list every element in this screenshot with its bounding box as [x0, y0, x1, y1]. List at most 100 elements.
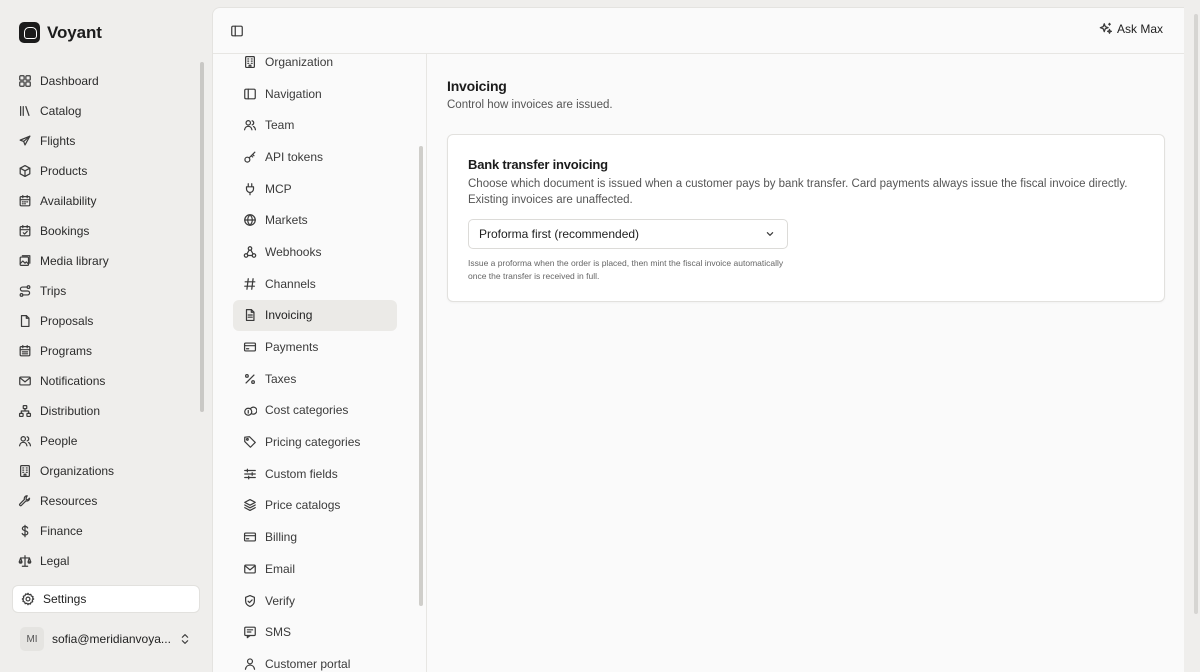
settings-nav-item-api-tokens[interactable]: API tokens	[233, 141, 397, 173]
shield-check-icon	[243, 594, 257, 608]
settings-nav-item-webhooks[interactable]: Webhooks	[233, 236, 397, 268]
page-scrollbar[interactable]	[1194, 14, 1198, 614]
sidebar-item-dashboard[interactable]: Dashboard	[12, 66, 200, 96]
sidebar-item-trips[interactable]: Trips	[12, 276, 200, 306]
building-icon	[18, 464, 32, 478]
sidebar-item-label: Legal	[40, 554, 70, 568]
wrench-icon	[18, 494, 32, 508]
sidebar-item-bookings[interactable]: Bookings	[12, 216, 200, 246]
sidebar-item-catalog[interactable]: Catalog	[12, 96, 200, 126]
sidebar-item-organizations[interactable]: Organizations	[12, 456, 200, 486]
ask-max-button[interactable]: Ask Max	[1099, 22, 1163, 36]
settings-nav-item-label: SMS	[265, 625, 292, 640]
settings-nav-item-label: Invoicing	[265, 308, 313, 323]
sidebar-item-resources[interactable]: Resources	[12, 486, 200, 516]
sidebar-item-finance[interactable]: Finance	[12, 516, 200, 546]
coins-icon	[243, 403, 257, 417]
settings-nav-item-sms[interactable]: SMS	[233, 616, 397, 648]
sidebar-item-proposals[interactable]: Proposals	[12, 306, 200, 336]
settings-nav-item-label: Cost categories	[265, 403, 349, 418]
settings-nav-item-invoicing[interactable]: Invoicing	[233, 299, 397, 332]
settings-nav-item-price-catalogs[interactable]: Price catalogs	[233, 490, 397, 522]
sidebar-scrollbar[interactable]	[200, 62, 204, 412]
settings-nav-item-navigation[interactable]: Navigation	[233, 78, 397, 110]
image-icon	[18, 254, 32, 268]
file-icon	[18, 314, 32, 328]
package-icon	[18, 164, 32, 178]
settings-nav-item-label: Payments	[265, 340, 319, 355]
settings-nav-item-label: API tokens	[265, 149, 324, 164]
main-panel: Ask Max Organization Navigation Team API to…	[212, 7, 1184, 672]
users-icon	[243, 118, 257, 132]
settings-nav-item-label: Price catalogs	[265, 498, 341, 513]
sidebar-item-people[interactable]: People	[12, 426, 200, 456]
main-nav: Dashboard Catalog Flights Products Availabil…	[12, 66, 200, 576]
sidebar-item-products[interactable]: Products	[12, 156, 200, 186]
bank-transfer-card: Bank transfer invoicing Choose which doc…	[447, 134, 1165, 302]
sparkles-icon	[1099, 22, 1113, 36]
chevron-down-icon	[763, 227, 777, 241]
settings-nav-item-mcp[interactable]: MCP	[233, 173, 397, 205]
user-menu[interactable]: MI sofia@meridianvoya...	[20, 626, 192, 652]
settings-nav-item-channels[interactable]: Channels	[233, 268, 397, 300]
sidebar-item-label: Proposals	[40, 314, 94, 328]
calendar-check-icon	[18, 224, 32, 238]
chevron-up-down-icon[interactable]	[178, 632, 192, 646]
sidebar-item-label: Dashboard	[40, 74, 99, 88]
route-icon	[18, 284, 32, 298]
key-icon	[243, 150, 257, 164]
settings-nav-item-label: Channels	[265, 276, 316, 291]
plane-icon	[18, 134, 32, 148]
credit-card-icon	[243, 340, 257, 354]
sidebar-item-settings[interactable]: Settings	[12, 585, 200, 613]
sidebar-item-media-library[interactable]: Media library	[12, 246, 200, 276]
percent-icon	[243, 372, 257, 386]
sidebar-item-flights[interactable]: Flights	[12, 126, 200, 156]
panel-icon	[243, 87, 257, 101]
settings-nav-scrollbar[interactable]	[419, 146, 423, 606]
invoice-document-select[interactable]: Proforma first (recommended)	[468, 219, 788, 249]
dollar-icon	[18, 524, 32, 538]
sidebar-item-label: Programs	[40, 344, 93, 358]
card-title: Bank transfer invoicing	[468, 157, 608, 172]
settings-nav-item-markets[interactable]: Markets	[233, 204, 397, 236]
brand[interactable]: Voyant	[19, 22, 102, 43]
user-icon	[243, 657, 257, 671]
catalog-icon	[18, 104, 32, 118]
sidebar-item-label: Trips	[40, 284, 67, 298]
settings-nav-item-billing[interactable]: Billing	[233, 521, 397, 553]
sidebar-item-notifications[interactable]: Notifications	[12, 366, 200, 396]
scale-icon	[18, 554, 32, 568]
dashboard-icon	[18, 74, 32, 88]
settings-nav-item-payments[interactable]: Payments	[233, 331, 397, 363]
user-email: sofia@meridianvoya...	[52, 632, 170, 646]
settings-nav-item-organization[interactable]: Organization	[233, 46, 397, 78]
sidebar-item-legal[interactable]: Legal	[12, 546, 200, 576]
sidebar-item-distribution[interactable]: Distribution	[12, 396, 200, 426]
hash-icon	[243, 277, 257, 291]
settings-nav-item-pricing-categories[interactable]: Pricing categories	[233, 426, 397, 458]
settings-nav-item-cost-categories[interactable]: Cost categories	[233, 395, 397, 427]
sidebar-toggle-icon[interactable]	[230, 24, 244, 38]
settings-nav-item-verify[interactable]: Verify	[233, 585, 397, 617]
sidebar-item-label: Resources	[40, 494, 98, 508]
network-icon	[18, 404, 32, 418]
settings-nav-item-label: Taxes	[265, 371, 297, 386]
settings-nav-item-label: Verify	[265, 593, 296, 608]
building-icon	[243, 55, 257, 69]
sidebar-item-programs[interactable]: Programs	[12, 336, 200, 366]
settings-nav-item-label: Custom fields	[265, 466, 338, 481]
sidebar-item-availability[interactable]: Availability	[12, 186, 200, 216]
sidebar-item-label: Bookings	[40, 224, 90, 238]
mail-icon	[18, 374, 32, 388]
ask-max-label: Ask Max	[1116, 22, 1163, 36]
settings-nav-item-label: Organization	[265, 54, 334, 69]
settings-nav-item-email[interactable]: Email	[233, 553, 397, 585]
settings-nav-item-team[interactable]: Team	[233, 109, 397, 141]
settings-nav-item-custom-fields[interactable]: Custom fields	[233, 458, 397, 490]
sidebar-item-label: Media library	[40, 254, 109, 268]
settings-nav-item-taxes[interactable]: Taxes	[233, 363, 397, 395]
settings-nav-item-label: Billing	[265, 530, 298, 545]
settings-nav-item-customer-portal[interactable]: Customer portal	[233, 648, 397, 672]
file-text-icon	[243, 308, 257, 322]
